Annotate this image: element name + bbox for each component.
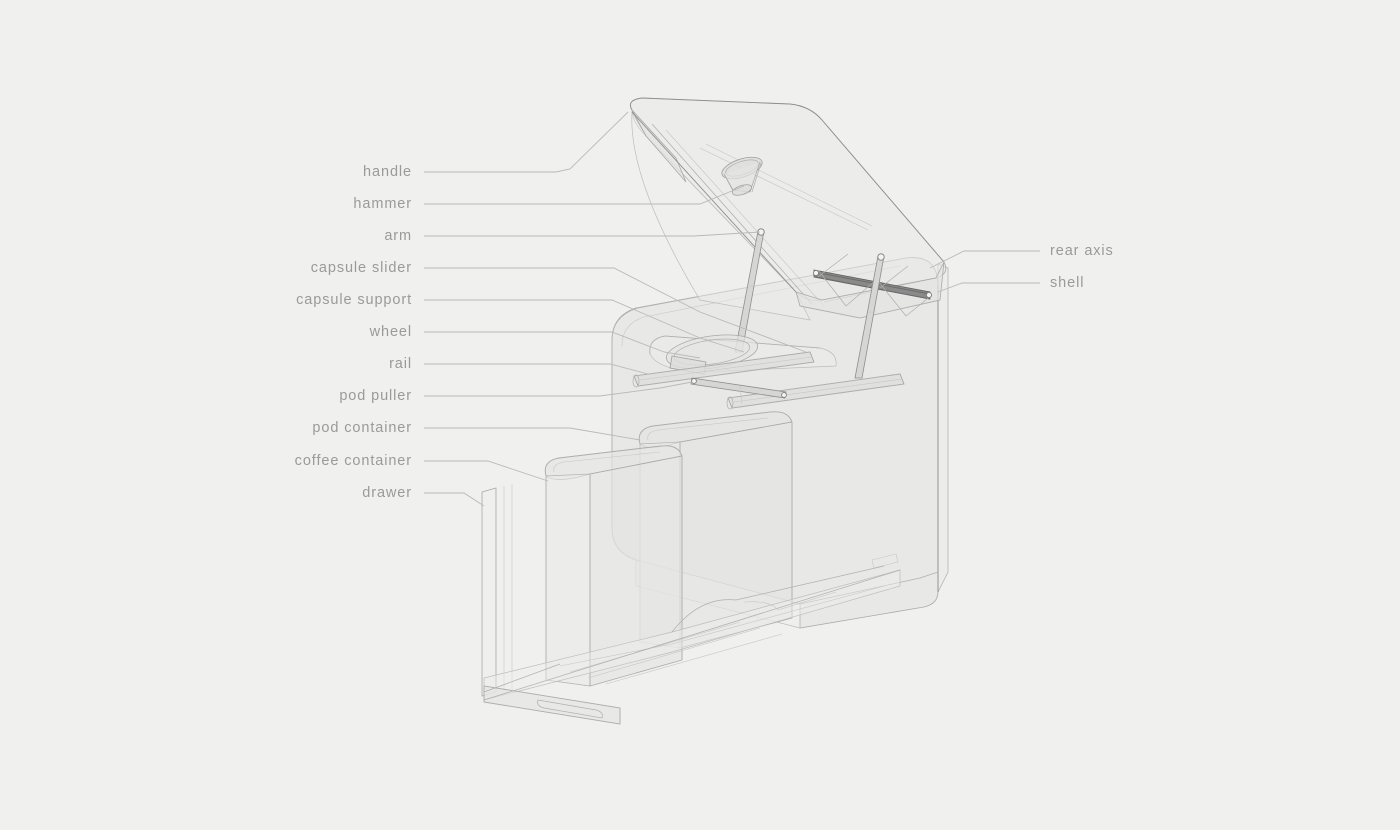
leader-line-handle	[424, 111, 629, 173]
callout-label-pod-puller: pod puller	[339, 388, 412, 404]
pod-puller-pin-right	[781, 392, 787, 398]
leader-line-pod-container	[424, 427, 641, 441]
arm-rear-pivot	[877, 253, 885, 261]
leader-line-coffee-container	[424, 460, 549, 482]
callout-label-hammer: hammer	[353, 196, 412, 212]
exploded-diagram-root: handle hammer arm capsule slider capsule sup…	[0, 0, 1400, 830]
callout-label-rail: rail	[389, 356, 412, 372]
callout-label-rear-axis: rear axis	[1050, 243, 1114, 259]
leader-line-drawer	[424, 492, 485, 507]
callout-label-capsule-slider: capsule slider	[311, 260, 412, 276]
shell-right-wall	[937, 263, 949, 593]
rear-axis-pin-left	[812, 269, 820, 277]
callout-label-handle: handle	[363, 164, 412, 180]
leader-line-rear-axis	[929, 250, 1040, 269]
pod-puller-pin-left	[691, 378, 697, 384]
callout-label-shell: shell	[1050, 275, 1084, 291]
diagram-canvas: handle hammer arm capsule slider capsule sup…	[295, 97, 1114, 725]
coffee-container-left-plate	[481, 487, 497, 697]
leader-line-shell	[937, 282, 1040, 293]
callout-label-pod-container: pod container	[312, 420, 412, 436]
callout-label-arm: arm	[384, 228, 412, 244]
callout-label-capsule-support: capsule support	[296, 292, 412, 308]
callout-label-coffee-container: coffee container	[295, 453, 412, 469]
callout-label-drawer: drawer	[362, 485, 412, 501]
coffee-container-left-plate-seam	[503, 484, 513, 690]
callout-label-wheel: wheel	[369, 324, 412, 340]
rear-axis-pin-right	[925, 291, 933, 299]
